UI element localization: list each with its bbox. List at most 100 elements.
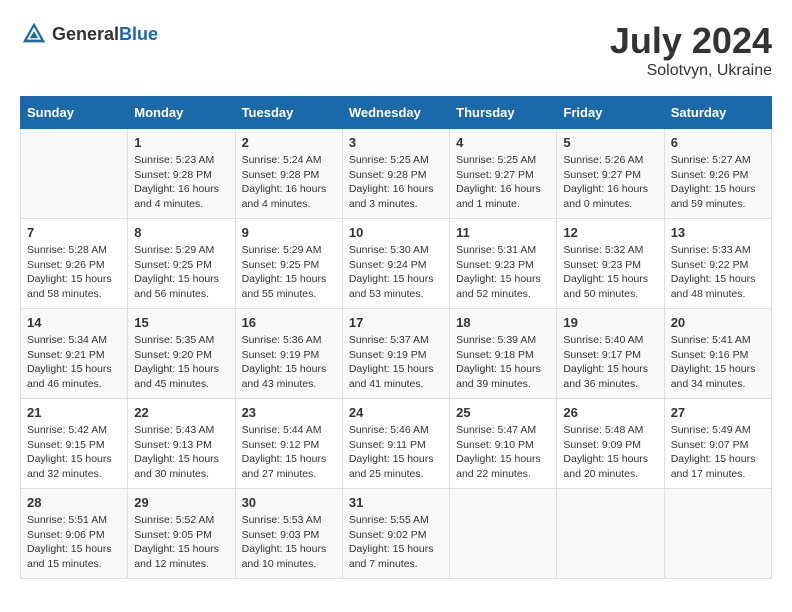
table-row: 13 Sunrise: 5:33 AM Sunset: 9:22 PM Dayli… — [664, 219, 771, 309]
logo-blue-text: Blue — [119, 24, 158, 44]
day-info: Sunrise: 5:28 AM Sunset: 9:26 PM Dayligh… — [27, 243, 121, 302]
table-row: 8Sunrise: 5:29 AM Sunset: 9:25 PM Daylig… — [128, 219, 235, 309]
table-row: 16Sunrise: 5:36 AM Sunset: 9:19 PM Dayli… — [235, 309, 342, 399]
calendar-week-row: 28Sunrise: 5:51 AM Sunset: 9:06 PM Dayli… — [21, 489, 772, 579]
day-info: Sunrise: 5:46 AM Sunset: 9:11 PM Dayligh… — [349, 423, 443, 482]
day-info: Sunrise: 5:25 AM Sunset: 9:28 PM Dayligh… — [349, 153, 443, 212]
table-row: 24Sunrise: 5:46 AM Sunset: 9:11 PM Dayli… — [342, 399, 449, 489]
calendar-week-row: 14 Sunrise: 5:34 AM Sunset: 9:21 PM Dayli… — [21, 309, 772, 399]
day-info: Sunrise: 5:51 AM Sunset: 9:06 PM Dayligh… — [27, 513, 121, 572]
day-number: 31 — [349, 495, 443, 510]
logo-general-text: General — [52, 24, 119, 44]
table-row: 28Sunrise: 5:51 AM Sunset: 9:06 PM Dayli… — [21, 489, 128, 579]
table-row: 15Sunrise: 5:35 AM Sunset: 9:20 PM Dayli… — [128, 309, 235, 399]
day-info: Sunrise: 5:55 AM Sunset: 9:02 PM Dayligh… — [349, 513, 443, 572]
day-info: Sunrise: 5:24 AM Sunset: 9:28 PM Dayligh… — [242, 153, 336, 212]
day-info: Sunrise: 5:35 AM Sunset: 9:20 PM Dayligh… — [134, 333, 228, 392]
day-info: Sunrise: 5:49 AM Sunset: 9:07 PM Dayligh… — [671, 423, 765, 482]
day-number: 19 — [563, 315, 657, 330]
col-sunday: Sunday — [21, 97, 128, 129]
day-info: Sunrise: 5:47 AM Sunset: 9:10 PM Dayligh… — [456, 423, 550, 482]
table-row — [21, 129, 128, 219]
day-info: Sunrise: 5:32 AM Sunset: 9:23 PM Dayligh… — [563, 243, 657, 302]
table-row — [664, 489, 771, 579]
table-row: 10Sunrise: 5:30 AM Sunset: 9:24 PM Dayli… — [342, 219, 449, 309]
day-number: 18 — [456, 315, 550, 330]
day-number: 22 — [134, 405, 228, 420]
day-number: 8 — [134, 225, 228, 240]
col-wednesday: Wednesday — [342, 97, 449, 129]
col-friday: Friday — [557, 97, 664, 129]
day-number: 20 — [671, 315, 765, 330]
day-number: 4 — [456, 135, 550, 150]
day-number: 17 — [349, 315, 443, 330]
day-info: Sunrise: 5:25 AM Sunset: 9:27 PM Dayligh… — [456, 153, 550, 212]
day-number: 26 — [563, 405, 657, 420]
calendar-week-row: 7 Sunrise: 5:28 AM Sunset: 9:26 PM Daylig… — [21, 219, 772, 309]
day-number: 11 — [456, 225, 550, 240]
day-info: Sunrise: 5:36 AM Sunset: 9:19 PM Dayligh… — [242, 333, 336, 392]
logo: GeneralBlue — [20, 20, 158, 48]
day-number: 27 — [671, 405, 765, 420]
day-info: Sunrise: 5:43 AM Sunset: 9:13 PM Dayligh… — [134, 423, 228, 482]
table-row: 2 Sunrise: 5:24 AM Sunset: 9:28 PM Daylig… — [235, 129, 342, 219]
day-info: Sunrise: 5:30 AM Sunset: 9:24 PM Dayligh… — [349, 243, 443, 302]
page-header: GeneralBlue July 2024 Solotvyn, Ukraine — [20, 20, 772, 80]
col-monday: Monday — [128, 97, 235, 129]
calendar-header-row: Sunday Monday Tuesday Wednesday Thursday… — [21, 97, 772, 129]
day-number: 3 — [349, 135, 443, 150]
day-number: 30 — [242, 495, 336, 510]
day-number: 23 — [242, 405, 336, 420]
table-row: 11Sunrise: 5:31 AM Sunset: 9:23 PM Dayli… — [450, 219, 557, 309]
day-number: 29 — [134, 495, 228, 510]
day-info: Sunrise: 5:48 AM Sunset: 9:09 PM Dayligh… — [563, 423, 657, 482]
day-number: 25 — [456, 405, 550, 420]
day-info: Sunrise: 5:29 AM Sunset: 9:25 PM Dayligh… — [242, 243, 336, 302]
table-row: 1 Sunrise: 5:23 AM Sunset: 9:28 PM Daylig… — [128, 129, 235, 219]
day-number: 21 — [27, 405, 121, 420]
day-number: 13 — [671, 225, 765, 240]
day-info: Sunrise: 5:34 AM Sunset: 9:21 PM Dayligh… — [27, 333, 121, 392]
table-row: 21 Sunrise: 5:42 AM Sunset: 9:15 PM Dayli… — [21, 399, 128, 489]
day-info: Sunrise: 5:33 AM Sunset: 9:22 PM Dayligh… — [671, 243, 765, 302]
col-tuesday: Tuesday — [235, 97, 342, 129]
table-row: 27 Sunrise: 5:49 AM Sunset: 9:07 PM Dayli… — [664, 399, 771, 489]
table-row: 17 Sunrise: 5:37 AM Sunset: 9:19 PM Dayli… — [342, 309, 449, 399]
day-number: 5 — [563, 135, 657, 150]
day-number: 7 — [27, 225, 121, 240]
day-number: 1 — [134, 135, 228, 150]
day-info: Sunrise: 5:40 AM Sunset: 9:17 PM Dayligh… — [563, 333, 657, 392]
day-number: 6 — [671, 135, 765, 150]
day-info: Sunrise: 5:27 AM Sunset: 9:26 PM Dayligh… — [671, 153, 765, 212]
day-info: Sunrise: 5:42 AM Sunset: 9:15 PM Dayligh… — [27, 423, 121, 482]
table-row: 31 Sunrise: 5:55 AM Sunset: 9:02 PM Dayli… — [342, 489, 449, 579]
table-row: 26 Sunrise: 5:48 AM Sunset: 9:09 PM Dayli… — [557, 399, 664, 489]
table-row: 3 Sunrise: 5:25 AM Sunset: 9:28 PM Daylig… — [342, 129, 449, 219]
day-number: 12 — [563, 225, 657, 240]
day-info: Sunrise: 5:39 AM Sunset: 9:18 PM Dayligh… — [456, 333, 550, 392]
day-number: 9 — [242, 225, 336, 240]
calendar-week-row: 21 Sunrise: 5:42 AM Sunset: 9:15 PM Dayli… — [21, 399, 772, 489]
table-row: 7 Sunrise: 5:28 AM Sunset: 9:26 PM Daylig… — [21, 219, 128, 309]
table-row: 19 Sunrise: 5:40 AM Sunset: 9:17 PM Dayli… — [557, 309, 664, 399]
day-info: Sunrise: 5:23 AM Sunset: 9:28 PM Dayligh… — [134, 153, 228, 212]
table-row: 23Sunrise: 5:44 AM Sunset: 9:12 PM Dayli… — [235, 399, 342, 489]
day-info: Sunrise: 5:52 AM Sunset: 9:05 PM Dayligh… — [134, 513, 228, 572]
table-row: 29 Sunrise: 5:52 AM Sunset: 9:05 PM Dayli… — [128, 489, 235, 579]
logo-icon — [20, 20, 48, 48]
day-number: 14 — [27, 315, 121, 330]
col-thursday: Thursday — [450, 97, 557, 129]
table-row — [450, 489, 557, 579]
table-row: 20 Sunrise: 5:41 AM Sunset: 9:16 PM Dayli… — [664, 309, 771, 399]
table-row: 25 Sunrise: 5:47 AM Sunset: 9:10 PM Dayli… — [450, 399, 557, 489]
table-row: 9 Sunrise: 5:29 AM Sunset: 9:25 PM Daylig… — [235, 219, 342, 309]
table-row: 12 Sunrise: 5:32 AM Sunset: 9:23 PM Dayli… — [557, 219, 664, 309]
table-row: 22 Sunrise: 5:43 AM Sunset: 9:13 PM Dayli… — [128, 399, 235, 489]
table-row: 18 Sunrise: 5:39 AM Sunset: 9:18 PM Dayli… — [450, 309, 557, 399]
calendar-week-row: 1 Sunrise: 5:23 AM Sunset: 9:28 PM Daylig… — [21, 129, 772, 219]
day-info: Sunrise: 5:41 AM Sunset: 9:16 PM Dayligh… — [671, 333, 765, 392]
day-info: Sunrise: 5:37 AM Sunset: 9:19 PM Dayligh… — [349, 333, 443, 392]
day-number: 2 — [242, 135, 336, 150]
col-saturday: Saturday — [664, 97, 771, 129]
table-row — [557, 489, 664, 579]
